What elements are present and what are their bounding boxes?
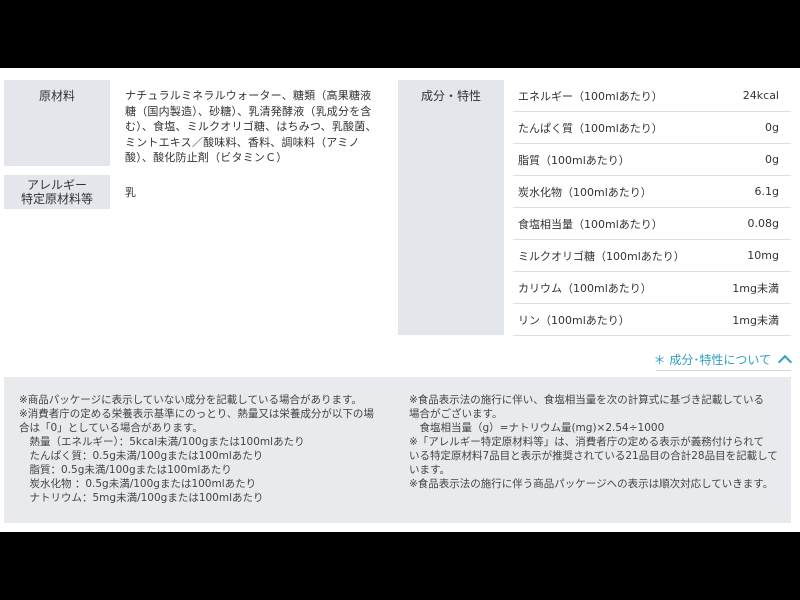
property-name: 脂質（100mlあたり） bbox=[518, 153, 630, 167]
property-value: 10mg bbox=[747, 249, 779, 262]
property-value: 0g bbox=[765, 153, 779, 166]
note-line: 炭水化物 ：0.5g未満/100gまたは100mlあたり bbox=[19, 478, 257, 490]
notes-right: ※食品表示法の施行に伴い、食塩相当量を次の計算式に基づき記載している 場合がござ… bbox=[409, 393, 779, 491]
property-name: ミルクオリゴ糖（100mlあたり） bbox=[518, 249, 685, 263]
note-line: いる特定原材料7品目と表示が推奨されている21品目の合計28品目を記載して bbox=[409, 450, 778, 462]
note-line: たんぱく質：0.5g未満/100gまたは100mlあたり bbox=[19, 450, 264, 462]
note-line: 熱量（エネルギー）：5kcal未満/100gまたは100mlあたり bbox=[19, 436, 305, 448]
table-row: リン（100mlあたり） 1mg未満 bbox=[513, 304, 791, 336]
properties-info-link[interactable]: ＊ 成分･特性について bbox=[653, 351, 793, 369]
property-value: 24kcal bbox=[742, 89, 779, 102]
properties-label-text: 成分・特性 bbox=[420, 89, 481, 103]
note-line: ※食品表示法の施行に伴い、食塩相当量を次の計算式に基づき記載している bbox=[409, 394, 764, 406]
property-value: 6.1g bbox=[754, 185, 779, 198]
property-name: リン（100mlあたり） bbox=[518, 313, 630, 327]
table-row: 食塩相当量（100mlあたり） 0.08g bbox=[513, 208, 791, 240]
allergy-label: アレルギー 特定原材料等 bbox=[4, 175, 110, 209]
property-value: 0g bbox=[765, 121, 779, 134]
property-value: 0.08g bbox=[747, 217, 779, 230]
properties-info-link-label: ＊ 成分･特性について bbox=[653, 353, 771, 367]
note-line: 食塩相当量（g）=ナトリウム量(mg)×2.54÷1000 bbox=[409, 422, 665, 434]
note-line: ※「アレルギー特定原材料等」は、消費者庁の定める表示が義務付けられて bbox=[409, 436, 764, 448]
table-row: ミルクオリゴ糖（100mlあたり） 10mg bbox=[513, 240, 791, 272]
table-row: エネルギー（100mlあたり） 24kcal bbox=[513, 80, 791, 112]
notes-left: ※商品パッケージに表示していない成分を記載している場合があります。 ※消費者庁の… bbox=[19, 393, 389, 505]
table-row: たんぱく質（100mlあたり） 0g bbox=[513, 112, 791, 144]
property-name: 食塩相当量（100mlあたり） bbox=[518, 217, 663, 231]
property-value: 1mg未満 bbox=[732, 281, 779, 295]
note-line: ナトリウム：5mg未満/100gまたは100mlあたり bbox=[19, 492, 264, 504]
notes-box: ※商品パッケージに表示していない成分を記載している場合があります。 ※消費者庁の… bbox=[4, 377, 791, 523]
allergy-label-line2: 特定原材料等 bbox=[20, 192, 93, 206]
materials-text: ナチュラルミネラルウォーター、糖類（高果糖液糖（国内製造）、砂糖）、乳清発酵液（… bbox=[125, 89, 377, 164]
allergy-label-line1: アレルギー bbox=[26, 178, 87, 192]
chevron-up-icon bbox=[777, 354, 793, 369]
allergy-value: 乳 bbox=[125, 186, 136, 199]
note-line: います。 bbox=[409, 464, 450, 476]
materials-label: 原材料 bbox=[4, 80, 110, 166]
note-line: 場合がございます。 bbox=[409, 408, 503, 420]
nutrition-panel: 原材料 ナチュラルミネラルウォーター、糖類（高果糖液糖（国内製造）、砂糖）、乳清… bbox=[0, 68, 800, 532]
note-line: ※消費者庁の定める栄養表示基準にのっとり、熱量又は栄養成分が以下の場 bbox=[19, 408, 374, 420]
materials-label-text: 原材料 bbox=[38, 89, 75, 103]
note-line: ※食品表示法の施行に伴う商品パッケージへの表示は順次対応していきます。 bbox=[409, 478, 774, 490]
property-value: 1mg未満 bbox=[732, 313, 779, 327]
note-line: 脂質：0.5g未満/100gまたは100mlあたり bbox=[19, 464, 232, 476]
note-line: 合は「0」としている場合があります。 bbox=[19, 422, 203, 434]
table-row: 炭水化物（100mlあたり） 6.1g bbox=[513, 176, 791, 208]
properties-table: エネルギー（100mlあたり） 24kcal たんぱく質（100mlあたり） 0… bbox=[513, 80, 791, 336]
property-name: エネルギー（100mlあたり） bbox=[518, 89, 663, 103]
note-line: ※商品パッケージに表示していない成分を記載している場合があります。 bbox=[19, 394, 362, 406]
property-name: 炭水化物（100mlあたり） bbox=[518, 185, 652, 199]
link-divider bbox=[656, 370, 791, 371]
property-name: カリウム（100mlあたり） bbox=[518, 281, 652, 295]
property-name: たんぱく質（100mlあたり） bbox=[518, 121, 663, 135]
properties-label: 成分・特性 bbox=[398, 80, 504, 335]
table-row: カリウム（100mlあたり） 1mg未満 bbox=[513, 272, 791, 304]
table-row: 脂質（100mlあたり） 0g bbox=[513, 144, 791, 176]
